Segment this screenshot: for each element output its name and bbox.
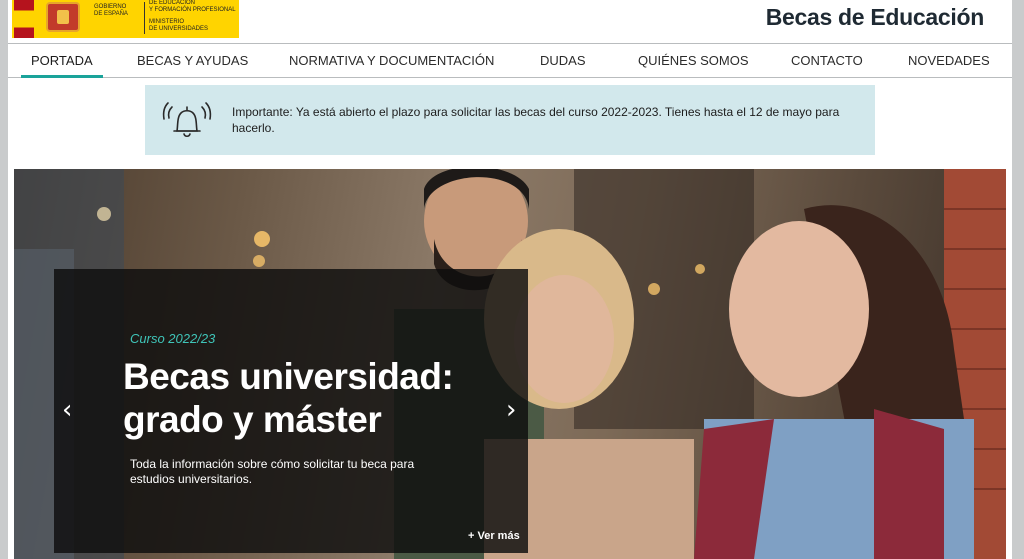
nav-item-becas-y-ayudas[interactable]: Becas y ayudas <box>137 44 248 77</box>
page: Gobierno de España de Educación y Formac… <box>8 0 1012 559</box>
nav-item-novedades[interactable]: Novedades <box>908 44 990 77</box>
chevron-left-icon[interactable]: ‹ <box>62 395 72 425</box>
slide-kicker: Curso 2022/23 <box>130 331 216 346</box>
hero-carousel: Curso 2022/23 Becas universidad: grado y… <box>14 169 1006 559</box>
ver-mas-link[interactable]: + Ver más <box>468 530 520 542</box>
slide-description: Toda la información sobre cómo solicitar… <box>130 457 415 486</box>
site-title[interactable]: Becas de Educación <box>766 4 985 31</box>
nav-item-normativa[interactable]: Normativa y documentación <box>289 44 494 77</box>
bell-icon <box>162 102 212 138</box>
org-ministerios: de Educación y Formación Profesional Min… <box>149 0 236 32</box>
logo-divider <box>144 2 145 34</box>
spain-flag-icon <box>14 0 34 38</box>
nav-item-dudas[interactable]: Dudas <box>540 44 586 77</box>
main-nav: Portada Becas y ayudas Normativa y docum… <box>8 43 1012 78</box>
coat-of-arms-icon <box>46 2 80 32</box>
nav-item-quienes-somos[interactable]: Quiénes somos <box>638 44 749 77</box>
org-gobierno: Gobierno de España <box>94 4 128 17</box>
chevron-right-icon[interactable]: › <box>506 395 516 425</box>
slide-title[interactable]: Becas universidad: grado y máster <box>123 355 483 441</box>
nav-item-portada[interactable]: Portada <box>21 44 103 78</box>
notice-text: Importante: Ya está abierto el plazo par… <box>232 105 840 135</box>
nav-item-contacto[interactable]: Contacto <box>791 44 863 77</box>
government-logo[interactable]: Gobierno de España de Educación y Formac… <box>12 0 239 38</box>
slide-caption-panel: Curso 2022/23 Becas universidad: grado y… <box>54 269 528 553</box>
important-notice: Importante: Ya está abierto el plazo par… <box>145 85 875 155</box>
